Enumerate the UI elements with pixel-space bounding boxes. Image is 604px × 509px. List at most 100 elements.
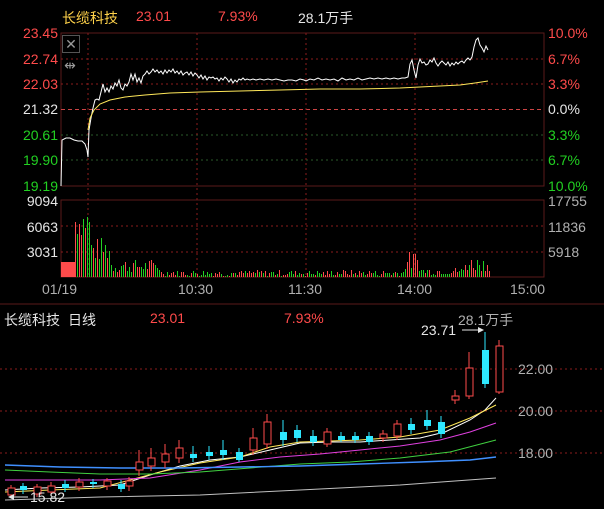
volume-bar [305,276,306,277]
volume-bar [429,270,430,277]
volume-bar [209,274,210,277]
daily-volume: 28.1万手 [458,312,514,328]
volume-bar [99,259,100,277]
volume-bar [295,271,296,277]
volume-bar [375,271,376,277]
volume-bar [177,271,178,277]
volume-bar [109,251,110,277]
volume-bar [335,275,336,277]
volume-bar [425,273,426,277]
volume-bar [159,270,160,277]
vol-right-label-2: 11836 [548,219,586,235]
price-label-7: 19.19 [22,178,58,194]
volume-bar [471,260,472,277]
volume-bar [461,269,462,277]
volume-bar [115,268,116,277]
daily-price: 23.01 [150,310,186,326]
volume-bar [321,274,322,277]
volume-bar [457,272,458,277]
daily-period[interactable]: 日线 [68,310,96,330]
volume-bar [447,274,448,277]
volume-bar [85,228,86,277]
close-icon[interactable]: ✕ [62,35,80,53]
volume-bar [149,261,150,277]
candle-body [393,423,402,437]
volume-bar [253,272,254,277]
volume-bar [281,276,282,277]
volume-bar [291,271,292,277]
volume-bar [247,273,248,277]
volume-bar [381,274,382,277]
candle-body [75,481,84,488]
candle-body [103,480,112,487]
volume-bar [351,270,352,277]
volume-bar [173,272,174,277]
volume-bar [161,272,162,277]
volume-bar [237,275,238,277]
high-marker-label: 23.71 [421,322,457,338]
price-label-5: 20.61 [22,127,58,143]
volume-bar [313,274,314,277]
volume-bar [229,276,230,277]
pct-label-3: 3.3% [548,76,580,92]
volume-bar [201,275,202,277]
candle-body [125,480,134,487]
volume-bar [443,274,444,277]
volume-bar [127,271,128,277]
volume-bar [327,271,328,277]
volume-bar [485,271,486,277]
volume-bar [217,274,218,277]
volume-bar [435,275,436,277]
pct-label-5: 3.3% [548,127,580,143]
volume-bar [155,265,156,277]
pct-label-7: 10.0% [548,178,588,194]
volume-bar [383,271,384,277]
volume-bar [187,275,188,277]
pct-label-6: 6.7% [548,152,580,168]
volume-bar [475,270,476,277]
candle-body [408,424,415,430]
volume-bar [365,275,366,277]
expand-arrows-icon[interactable]: ⇹ [62,57,78,73]
volume-bar [401,273,402,277]
volume-bar [139,267,140,277]
volume-bar [219,272,220,277]
price-label-3: 22.03 [22,76,58,92]
volume-bar [107,258,108,277]
volume-bar [199,276,200,277]
volume-bar [121,266,122,277]
volume-bar [451,273,452,277]
candle-body [190,454,197,458]
volume-bar [111,265,112,277]
volume-bar [235,273,236,277]
volume-bar [271,272,272,277]
daily-price-label-3: 18.00 [518,445,554,461]
intraday-volume-bars [61,217,490,277]
volume-bar [147,269,148,277]
volume-bar [263,273,264,277]
volume-bar [153,263,154,277]
volume-bar [319,273,320,277]
volume-bar [459,271,460,277]
volume-bar [275,275,276,277]
candle-body [366,436,373,442]
intraday-grid [61,58,544,253]
volume-bar [213,276,214,277]
volume-bar [233,273,234,277]
volume-bar [203,271,204,277]
volume-bar [311,274,312,277]
volume-bar [79,224,80,277]
volume-bar [165,276,166,277]
volume-bar [93,248,94,277]
volume-bar [195,273,196,277]
volume-bar [207,272,208,277]
candle-body [175,447,184,459]
volume-bar [95,258,96,277]
volume-bar [413,254,414,277]
volume-bar [265,271,266,277]
volume-bar [221,274,222,277]
volume-bar [399,276,400,277]
volume-bar [483,261,484,277]
candle-body [310,436,317,442]
volume-bar [181,272,182,277]
